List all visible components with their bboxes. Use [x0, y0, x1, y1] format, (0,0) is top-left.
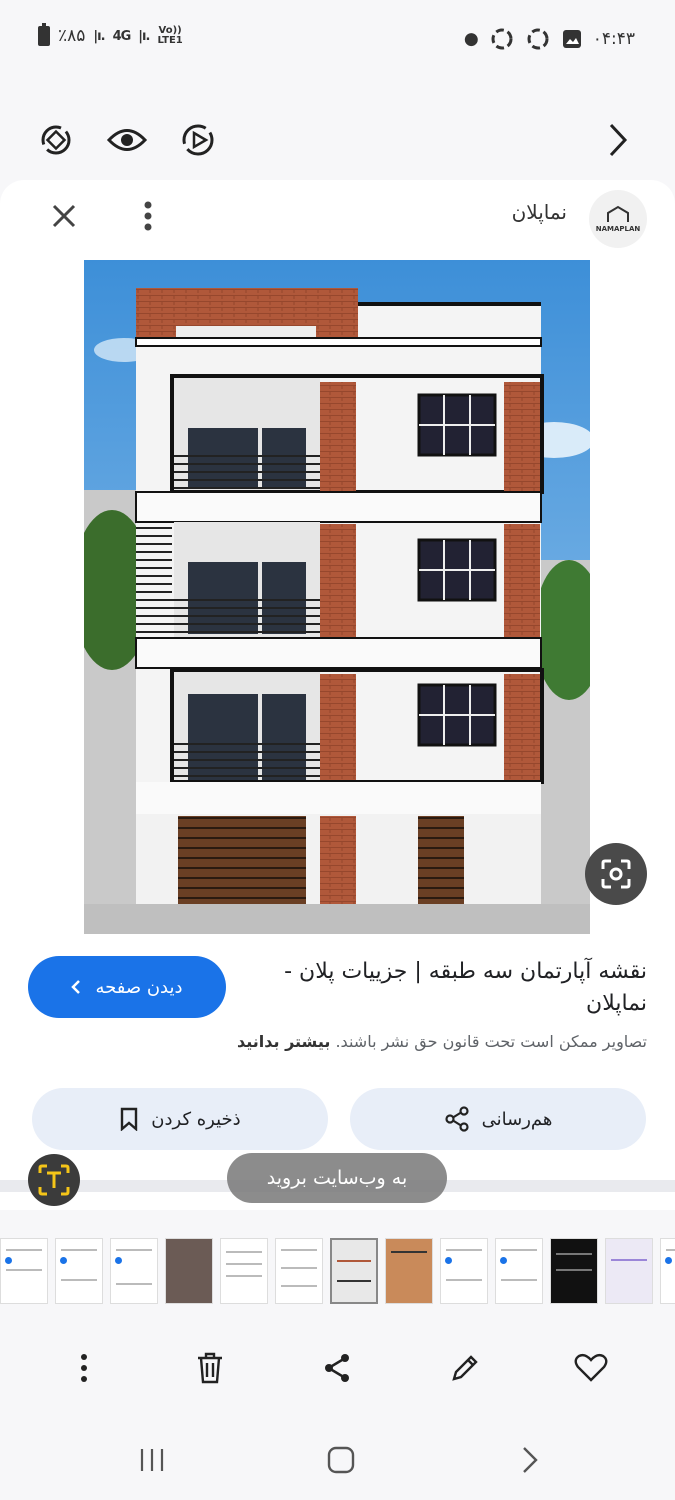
delete-button[interactable] [186, 1344, 234, 1392]
signal-icon-2: |ı. [138, 28, 150, 44]
network-volte-bottom: LTE1 [157, 35, 183, 46]
sync-icon [491, 28, 513, 50]
sync-icon-2 [527, 28, 549, 50]
thumbnail[interactable] [495, 1238, 543, 1304]
thumbnail[interactable] [55, 1238, 103, 1304]
thumbnail[interactable] [110, 1238, 158, 1304]
notification-dot-icon: ● [463, 29, 479, 49]
thumbnail[interactable] [275, 1238, 323, 1304]
signal-icon: |ı. [93, 28, 105, 44]
battery-percent: ٪۸۵ [58, 26, 86, 46]
save-button[interactable]: ذخیره کردن [32, 1088, 328, 1150]
view-button[interactable] [105, 118, 149, 162]
lens-search-icon [601, 859, 631, 889]
close-icon [52, 204, 76, 228]
lens-result-card: نماپلان NAMAPLAN نقشه آپارتمان سه طبقه |… [0, 180, 675, 1210]
system-nav-bar [0, 1420, 675, 1500]
status-right: ● ۰۴:۴۳ [464, 26, 635, 52]
thumbnail-selected[interactable] [330, 1238, 378, 1304]
network-4g: 4G [112, 28, 132, 44]
more-vertical-icon [144, 201, 152, 231]
thumbnail[interactable] [605, 1238, 653, 1304]
rotate-icon [41, 125, 71, 155]
clock: ۰۴:۴۳ [592, 29, 635, 49]
next-button[interactable] [596, 118, 640, 162]
back-button[interactable] [506, 1436, 554, 1484]
thumbnail[interactable] [165, 1238, 213, 1304]
chevron-right-icon [523, 1447, 538, 1473]
thumbnail[interactable] [440, 1238, 488, 1304]
gallery-action-bar [0, 1330, 675, 1406]
result-title[interactable]: نقشه آپارتمان سه طبقه | جزییات پلان - نم… [247, 956, 647, 1020]
home-icon [327, 1446, 355, 1474]
rotate-button[interactable] [34, 118, 78, 162]
status-left: ٪۸۵ |ı. 4G |ı. Vo)) LTE1 [38, 23, 183, 46]
chevron-right-icon [609, 123, 628, 157]
heart-icon [574, 1353, 608, 1382]
motion-photo-button[interactable] [176, 118, 220, 162]
site-logo[interactable]: NAMAPLAN [589, 190, 647, 248]
motion-photo-icon [182, 124, 214, 156]
close-button[interactable] [42, 194, 86, 238]
gallery-icon [562, 30, 581, 48]
site-logo-text: NAMAPLAN [595, 225, 641, 233]
home-button[interactable] [317, 1436, 365, 1484]
favorite-button[interactable] [567, 1344, 615, 1392]
lens-search-button[interactable] [585, 843, 647, 905]
site-name[interactable]: نماپلان [512, 200, 567, 224]
recent-apps-icon [140, 1449, 164, 1471]
edit-button[interactable] [441, 1344, 489, 1392]
save-label: ذخیره کردن [151, 1108, 241, 1130]
copyright-text: تصاویر ممکن است تحت قانون حق نشر باشند. [335, 1032, 647, 1051]
learn-more-link[interactable]: بیشتر بدانید [237, 1032, 330, 1051]
visit-page-button[interactable]: دیدن صفحه [28, 956, 226, 1018]
more-vertical-icon [81, 1354, 87, 1382]
visit-page-label: دیدن صفحه [95, 976, 183, 998]
house-logo-icon [607, 205, 629, 222]
pencil-icon [452, 1355, 478, 1381]
share-label: هم‌رسانی [481, 1108, 553, 1130]
building-illustration [84, 260, 590, 934]
copyright-notice: تصاویر ممکن است تحت قانون حق نشر باشند. … [27, 1032, 647, 1051]
eye-icon [107, 129, 147, 151]
thumbnail-strip [0, 1238, 675, 1310]
more-options-button[interactable] [126, 194, 170, 238]
battery-icon [38, 23, 50, 46]
thumbnail[interactable] [385, 1238, 433, 1304]
trash-icon [198, 1352, 222, 1384]
thumbnail[interactable] [660, 1238, 675, 1304]
viewer-toolbar [0, 100, 675, 180]
text-detect-button[interactable] [28, 1154, 80, 1206]
bookmark-icon [121, 1107, 138, 1131]
thumbnail[interactable] [550, 1238, 598, 1304]
card-header: نماپلان NAMAPLAN [0, 180, 675, 250]
share-image-button[interactable] [313, 1344, 361, 1392]
go-to-website-toast[interactable]: به وب‌سایت بروید [227, 1153, 447, 1203]
share-icon [325, 1354, 349, 1382]
thumbnail[interactable] [220, 1238, 268, 1304]
recent-apps-button[interactable] [128, 1436, 176, 1484]
status-bar: ٪۸۵ |ı. 4G |ı. Vo)) LTE1 ● ۰۴:۴۳ [0, 0, 675, 80]
share-button[interactable]: هم‌رسانی [350, 1088, 646, 1150]
share-icon [445, 1106, 469, 1132]
network-volte: Vo)) LTE1 [157, 26, 182, 46]
more-actions-button[interactable] [60, 1344, 108, 1392]
text-detect-icon [38, 1164, 70, 1196]
chevron-left-icon [71, 980, 81, 994]
thumbnail[interactable] [0, 1238, 48, 1304]
result-image[interactable] [84, 260, 590, 934]
